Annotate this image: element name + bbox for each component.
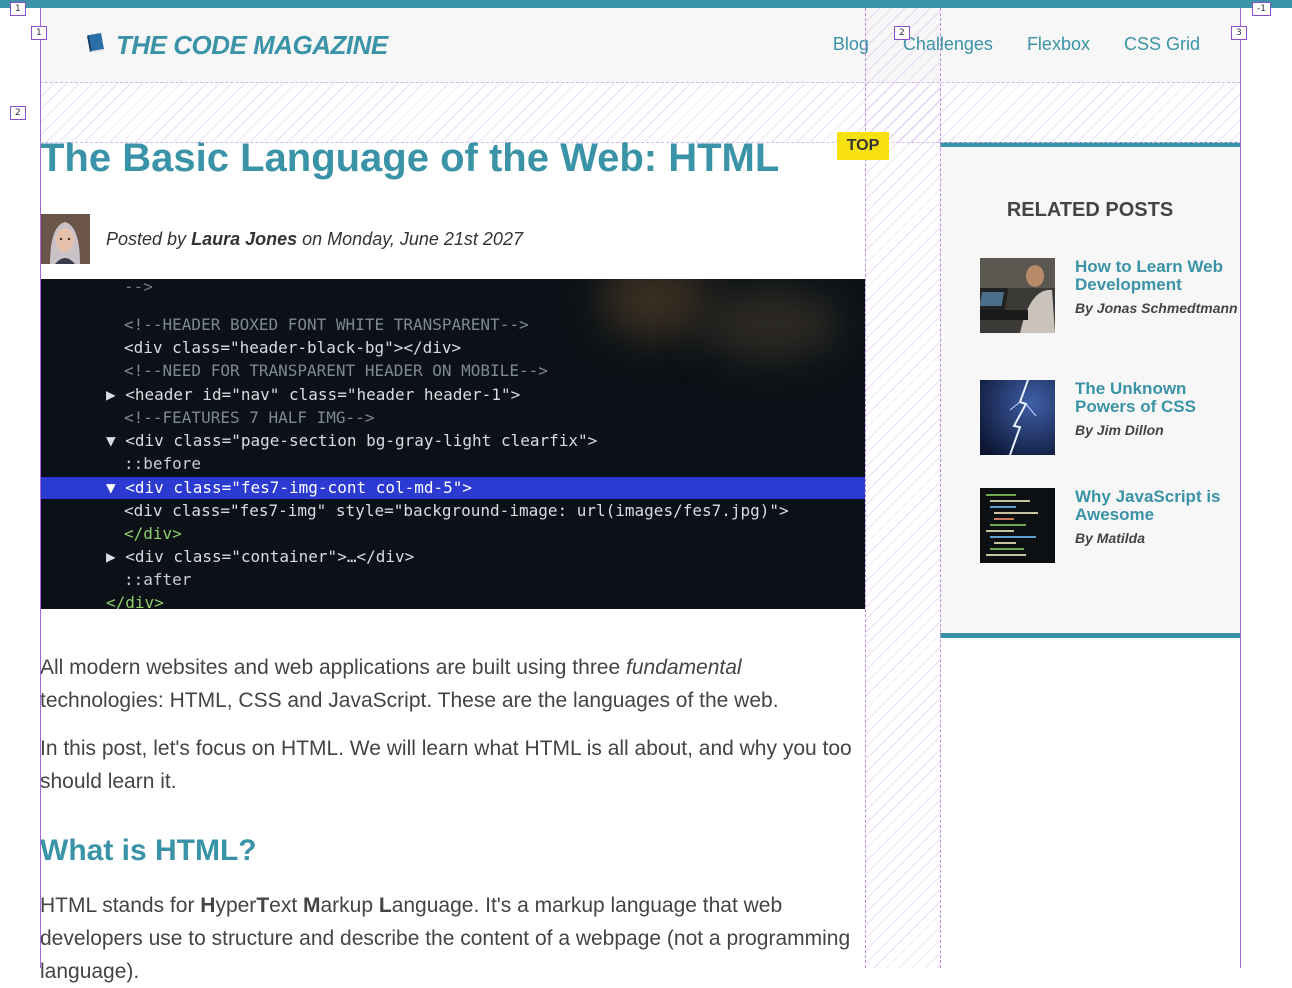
hero-code-line: ▼ <div class="fes7-img-cont col-md-5">: [106, 478, 473, 497]
related-post-title[interactable]: The Unknown Powers of CSS: [1075, 380, 1240, 416]
byline-text: Posted by Laura Jones on Monday, June 21…: [106, 229, 523, 250]
hero-code-line: <!--NEED FOR TRANSPARENT HEADER ON MOBIL…: [124, 361, 548, 380]
grid-column-line-3: [1240, 8, 1241, 968]
hero-code-line: </div>: [106, 593, 164, 609]
related-post-text: Why JavaScript is Awesome By Matilda: [1075, 488, 1240, 563]
related-post[interactable]: Why JavaScript is Awesome By Matilda: [980, 488, 1240, 563]
top-badge: TOP: [837, 132, 889, 160]
related-post-thumbnail[interactable]: [980, 258, 1055, 333]
sidebar-title: RELATED POSTS: [1006, 199, 1174, 221]
hero-code-line: ::before: [124, 454, 202, 473]
top-accent-bar: [0, 0, 1292, 8]
p3-text: arkup: [320, 894, 374, 917]
hero-code-line: ▼ <div class="page-section bg-gray-light…: [106, 431, 598, 450]
hero-blur-light: [700, 289, 840, 359]
book-icon: [84, 31, 108, 60]
p1-emphasis: fundamental: [626, 656, 742, 679]
p3-text: ext: [269, 894, 298, 917]
grid-line-number-marker: -1: [1252, 2, 1271, 16]
p3-text: yper: [215, 894, 257, 917]
p3-bold-letter: H: [200, 894, 216, 917]
hero-code-line: </div>: [124, 524, 182, 543]
hero-code-line: -->: [124, 279, 153, 296]
grid-line-number-marker: 3: [1231, 26, 1247, 40]
related-posts-sidebar: RELATED POSTS How to Learn Web Developme…: [940, 142, 1240, 638]
related-post-title[interactable]: Why JavaScript is Awesome: [1075, 488, 1240, 524]
p3-bold-letter: T: [256, 894, 270, 917]
author-name: Laura Jones: [191, 228, 298, 249]
related-post-author: By Matilda: [1075, 530, 1146, 546]
p1-after: technologies: HTML, CSS and JavaScript. …: [40, 689, 779, 712]
hero-code-line: ▶ <header id="nav" class="header header-…: [106, 385, 521, 404]
author-avatar: [40, 214, 90, 264]
post-date: on Monday, June 21st 2027: [302, 228, 523, 249]
hero-code-line: ::after: [124, 570, 192, 589]
p3-text: HTML stands for: [40, 894, 195, 917]
grid-line-number-marker: 2: [10, 106, 26, 120]
post-byline: Posted by Laura Jones on Monday, June 21…: [40, 214, 523, 264]
section-heading-what-is-html: What is HTML?: [40, 834, 257, 867]
intro-paragraph-1: All modern websites and web applications…: [40, 651, 865, 717]
related-post-text: How to Learn Web Development By Jonas Sc…: [1075, 258, 1240, 333]
related-post-text: The Unknown Powers of CSS By Jim Dillon: [1075, 380, 1240, 455]
hero-code-line: <!--HEADER BOXED FONT WHITE TRANSPARENT-…: [124, 315, 529, 334]
p1-before: All modern websites and web applications…: [40, 656, 621, 679]
hero-code-line: <!--FEATURES 7 HALF IMG-->: [124, 408, 375, 427]
hero-code-line: <div class="header-black-bg"></div>: [124, 338, 462, 357]
grid-line-number-marker: 1: [10, 2, 26, 16]
grid-line-number-marker: 2: [894, 26, 910, 40]
p3-bold-letter: M: [303, 894, 321, 917]
hero-blur-light: [600, 279, 710, 339]
nav-link-css-grid[interactable]: CSS Grid: [1124, 34, 1200, 55]
grid-column-line-1: [40, 8, 41, 968]
grid-column-line-2b: [940, 8, 941, 968]
related-post-thumbnail[interactable]: [980, 488, 1055, 563]
site-header: THE CODE MAGAZINE Blog Challenges Flexbo…: [40, 8, 1240, 83]
related-post[interactable]: The Unknown Powers of CSS By Jim Dillon: [980, 380, 1240, 455]
p3-bold-letter: L: [378, 894, 392, 917]
nav-link-flexbox[interactable]: Flexbox: [1027, 34, 1090, 55]
related-post-author: By Jonas Schmedtmann: [1075, 300, 1238, 316]
grid-line-number-marker: 1: [31, 26, 47, 40]
related-post-title[interactable]: How to Learn Web Development: [1075, 258, 1240, 294]
grid-gap-row-hatch: [40, 84, 1240, 142]
html-definition-paragraph: HTML stands for HyperText Markup Languag…: [40, 889, 865, 988]
hero-image: --> <!--HEADER BOXED FONT WHITE TRANSPAR…: [40, 279, 865, 609]
byline-prefix: Posted by: [106, 228, 187, 249]
related-post-thumbnail[interactable]: [980, 380, 1055, 455]
hero-code-line: <div class="fes7-img" style="background-…: [124, 501, 789, 520]
nav-link-blog[interactable]: Blog: [833, 34, 869, 55]
related-post-author: By Jim Dillon: [1075, 422, 1164, 438]
intro-paragraph-2: In this post, let's focus on HTML. We wi…: [40, 737, 852, 793]
grid-row-line-2: [40, 142, 1240, 143]
related-post[interactable]: How to Learn Web Development By Jonas Sc…: [980, 258, 1240, 333]
logo-text: THE CODE MAGAZINE: [116, 30, 388, 60]
site-logo[interactable]: THE CODE MAGAZINE: [84, 30, 388, 61]
hero-code-line: ▶ <div class="container">…</div>: [106, 547, 415, 566]
